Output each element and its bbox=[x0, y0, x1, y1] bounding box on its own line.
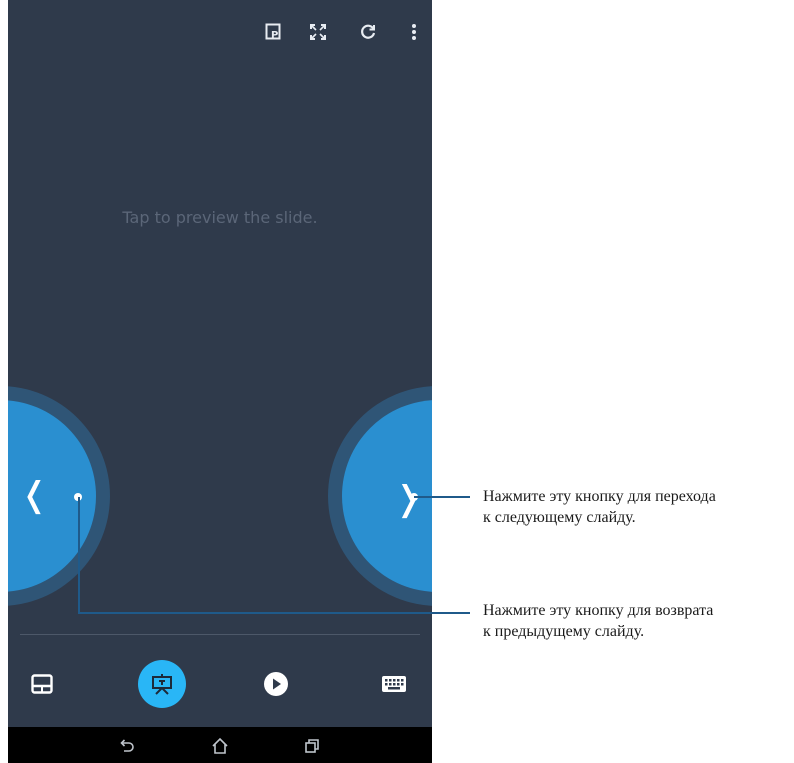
next-callout-line2: к следующему слайду. bbox=[483, 509, 636, 526]
chevron-left-icon: ❬ bbox=[20, 475, 49, 515]
home-icon bbox=[212, 737, 228, 754]
back-icon bbox=[120, 739, 134, 752]
touchpad-button[interactable] bbox=[12, 640, 72, 728]
chevron-right-icon: ❭ bbox=[394, 479, 423, 519]
preview-hint[interactable]: Tap to preview the slide. bbox=[8, 208, 432, 227]
bottom-toolbar bbox=[8, 640, 432, 728]
prev-callout-hline bbox=[78, 612, 470, 614]
next-callout-text: Нажмите эту кнопку для перехода к следую… bbox=[483, 486, 794, 528]
recents-icon bbox=[305, 739, 319, 753]
system-nav-bar bbox=[8, 727, 432, 763]
svg-text:P: P bbox=[271, 30, 278, 41]
play-button[interactable] bbox=[246, 640, 306, 728]
phone-screen: P Tap to preview the slide. ❬ ❭ bbox=[8, 0, 432, 763]
refresh-icon[interactable] bbox=[358, 22, 378, 42]
presentation-icon bbox=[152, 674, 172, 695]
next-callout-line bbox=[414, 496, 470, 498]
touchpad-icon bbox=[31, 674, 53, 694]
prev-callout-line2: к предыдущему слайду. bbox=[483, 623, 645, 640]
prev-callout-line1: Нажмите эту кнопку для возврата bbox=[483, 602, 714, 619]
presentation-button[interactable] bbox=[132, 640, 192, 728]
presentation-picker-icon[interactable]: P bbox=[264, 22, 284, 42]
recents-button[interactable] bbox=[301, 735, 323, 757]
prev-callout-text: Нажмите эту кнопку для возврата к предыд… bbox=[483, 600, 794, 642]
play-icon bbox=[264, 672, 288, 696]
fullscreen-icon[interactable] bbox=[308, 22, 328, 42]
top-action-bar: P bbox=[8, 0, 432, 60]
prev-callout-vline bbox=[78, 497, 80, 614]
back-button[interactable] bbox=[116, 735, 138, 757]
bottom-divider bbox=[20, 634, 420, 635]
more-vert-icon[interactable] bbox=[404, 22, 424, 42]
keyboard-button[interactable] bbox=[364, 640, 424, 728]
keyboard-icon bbox=[382, 676, 406, 692]
next-callout-line1: Нажмите эту кнопку для перехода bbox=[483, 488, 716, 505]
home-button[interactable] bbox=[209, 735, 231, 757]
